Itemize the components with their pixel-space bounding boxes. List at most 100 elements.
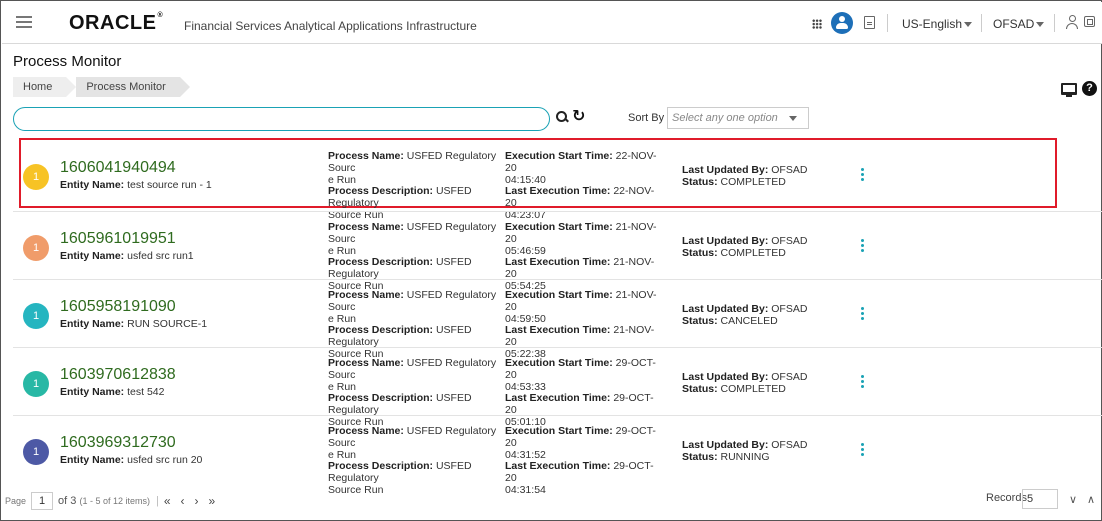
last-execution-label: Last Execution Time: bbox=[505, 256, 611, 269]
previous-page-icon[interactable]: ‹ bbox=[181, 494, 185, 508]
status-value: COMPLETED bbox=[720, 176, 786, 188]
records-per-page-input[interactable]: 5 bbox=[1022, 489, 1058, 509]
breadcrumb-home[interactable]: Home bbox=[13, 77, 77, 97]
last-execution-label: Last Execution Time: bbox=[505, 185, 611, 198]
execution-start-time: 04:53:33 bbox=[505, 380, 546, 393]
update-info: Last Updated By: OFSAD Status: COMPLETED bbox=[682, 164, 807, 188]
execution-start-label: Execution Start Time: bbox=[505, 289, 613, 301]
status-value: RUNNING bbox=[720, 451, 770, 463]
more-options-icon[interactable] bbox=[861, 375, 865, 389]
monitor-icon[interactable] bbox=[1061, 83, 1077, 97]
last-updated-by-label: Last Updated By: bbox=[682, 439, 769, 451]
first-page-icon[interactable]: « bbox=[164, 494, 171, 508]
sort-by-select[interactable]: Select any one option bbox=[667, 107, 809, 129]
process-list: 1 1606041940494 Entity Name: test source… bbox=[13, 138, 1102, 496]
process-row[interactable]: 1 1605958191090 Entity Name: RUN SOURCE-… bbox=[13, 279, 1102, 360]
execution-start-label: Execution Start Time: bbox=[505, 425, 613, 437]
app-title: Financial Services Analytical Applicatio… bbox=[184, 19, 477, 33]
last-execution-label: Last Execution Time: bbox=[505, 324, 611, 337]
user-profile-icon[interactable] bbox=[831, 12, 853, 34]
refresh-icon[interactable]: ↻ bbox=[572, 108, 585, 126]
process-row[interactable]: 1 1603970612838 Entity Name: test 542 Pr… bbox=[13, 347, 1102, 428]
process-description-value-cont: Source Run bbox=[328, 483, 384, 496]
sort-by-placeholder: Select any one option bbox=[672, 112, 778, 124]
app-grid-icon[interactable] bbox=[812, 19, 822, 29]
process-id[interactable]: 1603970612838 bbox=[60, 366, 176, 384]
search-icon[interactable] bbox=[556, 111, 568, 123]
oracle-logo: ORACLE® bbox=[69, 12, 164, 34]
process-id[interactable]: 1605958191090 bbox=[60, 298, 176, 316]
execution-start-label: Execution Start Time: bbox=[505, 221, 613, 233]
next-page-icon[interactable]: › bbox=[195, 494, 199, 508]
process-name-label: Process Name: bbox=[328, 221, 404, 233]
breadcrumb: Home Process Monitor bbox=[13, 77, 191, 97]
breadcrumb-process-monitor[interactable]: Process Monitor bbox=[76, 77, 191, 97]
process-id[interactable]: 1605961019951 bbox=[60, 230, 176, 248]
last-updated-by-label: Last Updated By: bbox=[682, 303, 769, 315]
document-icon[interactable] bbox=[864, 16, 875, 29]
run-count-badge: 1 bbox=[23, 439, 49, 465]
execution-start-label: Execution Start Time: bbox=[505, 357, 613, 369]
more-options-icon[interactable] bbox=[861, 239, 865, 253]
entity-name-label: Entity Name: bbox=[60, 454, 125, 466]
execution-start-time: 04:59:50 bbox=[505, 312, 546, 325]
language-chevron-down-icon[interactable] bbox=[964, 22, 972, 27]
page-number-input[interactable]: 1 bbox=[31, 492, 54, 510]
last-updated-by-value: OFSAD bbox=[771, 303, 808, 315]
process-row-highlighted[interactable]: 1 1606041940494 Entity Name: test source… bbox=[19, 138, 1057, 221]
process-id[interactable]: 1603969312730 bbox=[60, 434, 176, 452]
process-description-label: Process Description: bbox=[328, 256, 434, 269]
header-divider bbox=[1054, 14, 1055, 32]
status-label: Status: bbox=[682, 247, 718, 259]
chevron-up-icon[interactable]: ∧ bbox=[1087, 493, 1095, 506]
process-id[interactable]: 1606041940494 bbox=[60, 159, 176, 177]
process-name-value-cont: e Run bbox=[328, 173, 357, 186]
entity-name-label: Entity Name: bbox=[60, 250, 125, 262]
sort-chevron-down-icon bbox=[789, 116, 797, 121]
search-input[interactable] bbox=[13, 107, 550, 131]
hamburger-menu-icon[interactable] bbox=[16, 16, 32, 28]
entity-name: Entity Name: RUN SOURCE-1 bbox=[60, 318, 207, 330]
entity-name-label: Entity Name: bbox=[60, 179, 125, 191]
user-menu[interactable]: OFSAD bbox=[993, 17, 1034, 31]
last-updated-by-value: OFSAD bbox=[771, 164, 808, 176]
last-execution-label: Last Execution Time: bbox=[505, 392, 611, 405]
execution-start-time: 04:31:52 bbox=[505, 448, 546, 461]
chevron-down-icon[interactable]: ∨ bbox=[1069, 493, 1077, 506]
update-info: Last Updated By: OFSAD Status: CANCELED bbox=[682, 303, 807, 327]
entity-name: Entity Name: usfed src run1 bbox=[60, 250, 194, 262]
help-icon[interactable]: ? bbox=[1082, 81, 1097, 96]
run-count-badge: 1 bbox=[23, 235, 49, 261]
more-options-icon[interactable] bbox=[861, 168, 865, 182]
sort-by-label: Sort By bbox=[628, 112, 665, 124]
process-name-label: Process Name: bbox=[328, 289, 404, 301]
entity-name-label: Entity Name: bbox=[60, 318, 125, 330]
window-icon[interactable] bbox=[1084, 16, 1095, 27]
entity-name: Entity Name: test source run - 1 bbox=[60, 179, 212, 191]
update-info: Last Updated By: OFSAD Status: RUNNING bbox=[682, 439, 807, 463]
process-description-label: Process Description: bbox=[328, 324, 434, 337]
process-row[interactable]: 1 1603969312730 Entity Name: usfed src r… bbox=[13, 415, 1102, 496]
person-icon[interactable] bbox=[1066, 15, 1078, 29]
header-divider bbox=[887, 14, 888, 32]
item-range: (1 - 5 of 12 items) bbox=[79, 496, 150, 506]
process-name-value-cont: e Run bbox=[328, 380, 357, 393]
status-label: Status: bbox=[682, 383, 718, 395]
last-updated-by-value: OFSAD bbox=[771, 439, 808, 451]
execution-info: Execution Start Time: 29-OCT-20 04:31:52… bbox=[505, 425, 660, 497]
process-info: Process Name: USFED Regulatory Sourc e R… bbox=[328, 425, 498, 497]
process-name-value-cont: e Run bbox=[328, 448, 357, 461]
more-options-icon[interactable] bbox=[861, 307, 865, 321]
process-name-label: Process Name: bbox=[328, 150, 404, 162]
process-description-label: Process Description: bbox=[328, 392, 434, 405]
last-updated-by-value: OFSAD bbox=[771, 371, 808, 383]
process-row[interactable]: 1 1605961019951 Entity Name: usfed src r… bbox=[13, 211, 1102, 292]
language-selector[interactable]: US-English bbox=[902, 17, 962, 31]
status-label: Status: bbox=[682, 315, 718, 327]
user-chevron-down-icon[interactable] bbox=[1036, 22, 1044, 27]
more-options-icon[interactable] bbox=[861, 443, 865, 457]
of-label: of bbox=[58, 495, 68, 507]
run-count-badge: 1 bbox=[23, 164, 49, 190]
execution-start-time: 05:46:59 bbox=[505, 244, 546, 257]
last-page-icon[interactable]: » bbox=[209, 494, 216, 508]
